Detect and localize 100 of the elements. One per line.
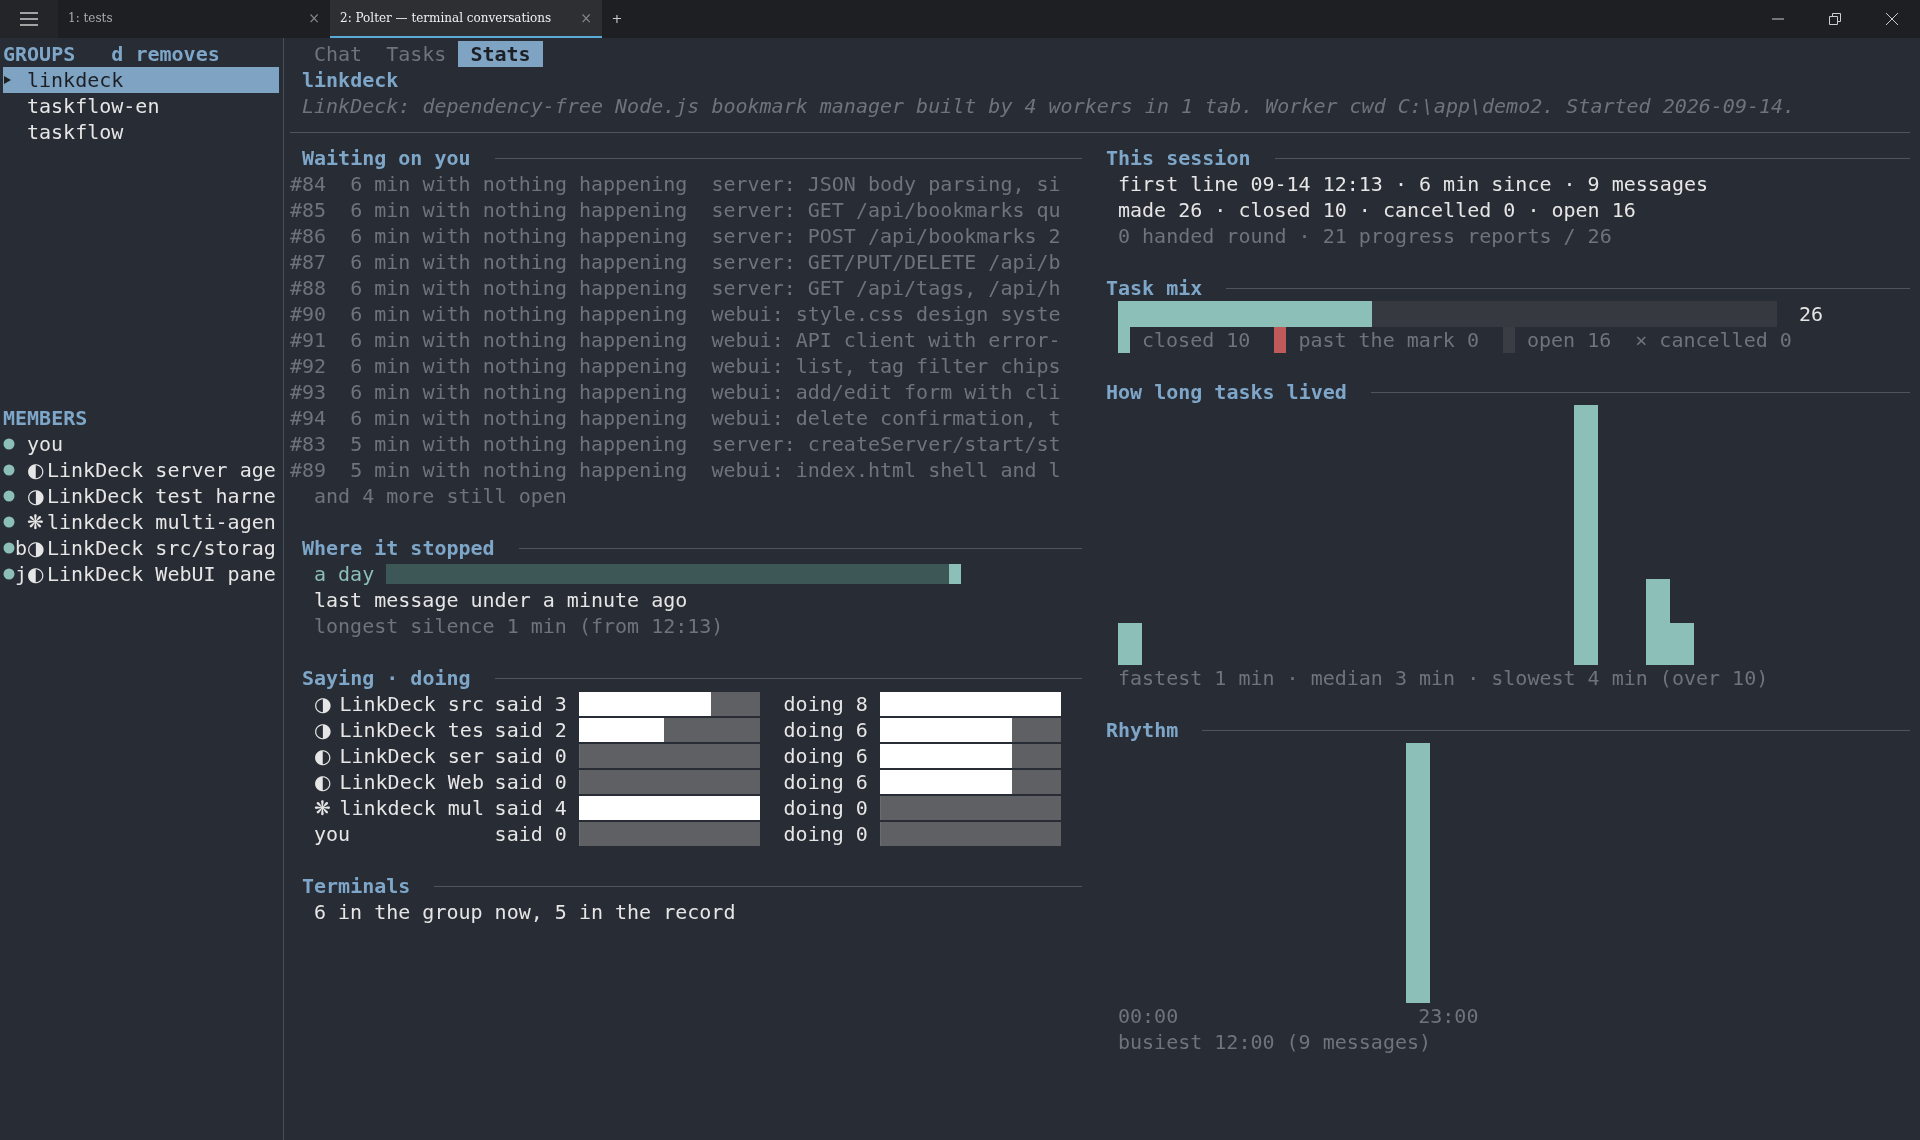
member-name: linkdeck mul [339,796,484,820]
doing-count: doing 0 [783,795,869,821]
member-icon: ◐ [314,769,340,795]
status-dot-icon [3,438,15,450]
group-item[interactable]: taskflow-en [3,93,279,119]
close-icon[interactable]: × [580,5,592,31]
window-tab[interactable]: 1: tests × [58,0,330,38]
task-id: #88 [290,275,328,301]
status-dot-icon [3,516,15,528]
member-name[interactable]: linkdeck multi-agen [47,509,276,535]
task-title[interactable]: server: createServer/start/st [711,431,1061,457]
idle-time: 6 min with nothing happening [350,353,689,379]
sidebar-heading: MEMBERS [3,405,88,431]
view-tab[interactable]: Chat [302,41,375,67]
task-title[interactable]: webui: add/edit form with cli [711,379,1061,405]
member-name[interactable]: LinkDeck test harne [47,483,276,509]
task-title[interactable]: server: JSON body parsing, si [711,171,1061,197]
member-name: LinkDeck Web [339,770,484,794]
member-icon: ◑ [314,691,340,717]
idle-time: 6 min with nothing happening [350,171,689,197]
last-message: last message under a minute ago [314,587,688,613]
task-title[interactable]: server: GET /api/bookmarks qu [711,197,1061,223]
doing-count: doing 0 [783,821,869,847]
task-title[interactable]: server: POST /api/bookmarks 2 [711,223,1061,249]
menu-icon[interactable] [0,0,58,38]
member-icon: ◑ [314,717,340,743]
idle-time: 5 min with nothing happening [350,431,689,457]
task-id: #93 [290,379,328,405]
section-heading: Rhythm [1106,717,1179,743]
legend-label: cancelled 0 [1659,327,1792,353]
restore-icon[interactable] [1828,13,1841,25]
status-dot-icon [3,568,15,580]
terminals-note: 6 in the group now, 5 in the record [314,899,736,925]
task-title[interactable]: webui: API client with error- [711,327,1061,353]
minimize-icon[interactable] [1771,18,1784,20]
session-stat: first line 09-14 12:13 · 6 min since · 9 messages [1118,171,1708,197]
doing-count: doing 8 [783,691,869,717]
group-title: linkdeck [302,67,399,93]
section-heading: Task mix [1106,275,1203,301]
close-icon[interactable]: × [308,5,320,31]
close-icon[interactable] [1885,13,1898,25]
member-name[interactable]: LinkDeck server age [47,457,276,483]
span-label: a day [314,561,375,587]
idle-time: 6 min with nothing happening [350,223,689,249]
member-name[interactable]: LinkDeck src/storag [47,535,276,561]
task-title[interactable]: server: GET /api/tags, /api/h [711,275,1061,301]
idle-time: 6 min with nothing happening [350,327,689,353]
member-icon: ❋ [27,509,47,535]
member-tag: b [15,535,27,561]
task-id: #94 [290,405,328,431]
member-name: LinkDeck ser [339,744,484,768]
said-count: said 0 [494,769,568,795]
said-count: said 3 [494,691,568,717]
status-dot-icon [3,542,15,554]
group-description: LinkDeck: dependency-free Node.js bookmark manager built by 4 workers in 1 tab. Worker cwd C:\app\demo2. Started 2026-09-14. [302,93,1796,119]
sidebar-hint: d removes [111,41,220,67]
task-id: #92 [290,353,328,379]
idle-time: 6 min with nothing happening [350,197,689,223]
group-item[interactable]: linkdeck [3,67,279,93]
said-count: said 2 [494,717,568,743]
section-heading: Saying · doing [302,665,471,691]
legend-marker: × [1635,327,1648,353]
task-id: #84 [290,171,328,197]
session-note: 0 handed round · 21 progress reports / 26 [1118,223,1612,249]
member-name[interactable]: you [27,431,64,457]
task-id: #91 [290,327,328,353]
task-title[interactable]: server: GET/PUT/DELETE /api/b [711,249,1061,275]
task-title[interactable]: webui: style.css design syste [711,301,1061,327]
task-title[interactable]: webui: list, tag filter chips [711,353,1061,379]
said-count: said 0 [494,821,568,847]
doing-count: doing 6 [783,769,869,795]
axis-label: 00:00 [1118,1003,1179,1029]
group-item[interactable]: taskflow [3,119,279,145]
member-icon: ◐ [314,743,340,769]
silence-note: longest silence 1 min (from 12:13) [314,613,724,639]
task-title[interactable]: webui: delete confirmation, t [711,405,1061,431]
doing-count: doing 6 [783,743,869,769]
member-icon: ◐ [27,457,47,483]
idle-time: 6 min with nothing happening [350,249,689,275]
lifetime-summary: fastest 1 min · median 3 min · slowest 4 min (over 10) [1118,665,1769,691]
task-id: #87 [290,249,328,275]
view-tab[interactable]: Stats [458,41,543,67]
window-tab[interactable]: 2: Polter — terminal conversations × [330,0,602,38]
section-heading: How long tasks lived [1106,379,1347,405]
session-stat: made 26 · closed 10 · cancelled 0 · open 16 [1118,197,1636,223]
caret-icon [3,75,12,85]
view-tab[interactable]: Tasks [374,41,459,67]
new-tab-button[interactable]: + [602,0,632,38]
task-title[interactable]: webui: index.html shell and l [711,457,1061,483]
more-note: and 4 more still open [314,483,567,509]
member-name[interactable]: LinkDeck WebUI pane [47,561,276,587]
legend-label: open 16 [1527,327,1612,353]
doing-count: doing 6 [783,717,869,743]
status-dot-icon [3,464,15,476]
said-count: said 4 [494,795,568,821]
idle-time: 6 min with nothing happening [350,275,689,301]
sidebar-heading: GROUPS [3,41,76,67]
section-heading: Terminals [302,873,411,899]
task-id: #85 [290,197,328,223]
section-heading: This session [1106,145,1251,171]
